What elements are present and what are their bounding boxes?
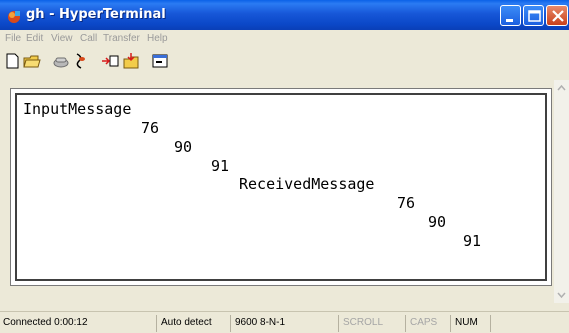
chevron-down-icon [557,292,566,299]
minimize-icon [506,19,513,22]
disconnect-button[interactable] [71,52,91,70]
receive-button[interactable] [121,52,141,70]
terminal-line-input-message: InputMessage [23,100,132,118]
terminal-line-input-91: 91 [211,157,230,175]
menu-view[interactable]: View [51,33,73,44]
hyperterminal-window: gh - HyperTerminal File Edit View Call T… [0,0,569,333]
open-button[interactable] [22,52,42,70]
status-bar: Connected 0:00:12 Auto detect 9600 8-N-1… [0,311,569,333]
open-icon [23,55,41,68]
menu-transfer[interactable]: Transfer [103,33,140,44]
menu-bar: File Edit View Call Transfer Help [0,30,569,49]
status-num: NUM [450,315,478,332]
menu-call[interactable]: Call [80,33,97,44]
terminal-area[interactable]: InputMessage 76 90 91 ReceivedMessage 76… [10,88,552,286]
properties-button[interactable] [150,52,170,70]
toolbar [0,49,569,75]
scroll-up-button[interactable] [554,80,569,96]
send-button[interactable] [101,52,121,70]
status-port-settings: 9600 8-N-1 [230,315,285,332]
connect-icon [53,57,69,68]
close-icon [552,10,564,22]
chevron-up-icon [557,84,566,91]
menu-help[interactable]: Help [147,33,168,44]
disconnect-icon [76,53,85,69]
vertical-scrollbar[interactable] [554,80,569,303]
connect-button[interactable] [51,52,71,70]
terminal-line-received-76: 76 [397,194,416,212]
terminal-line-input-76: 76 [141,119,160,137]
scroll-down-button[interactable] [554,287,569,303]
terminal-line-received-message: ReceivedMessage [239,175,375,193]
status-connected: Connected 0:00:12 [3,317,88,328]
properties-icon [152,54,168,68]
terminal-line-received-90: 90 [428,213,447,231]
terminal-line-input-90: 90 [174,138,193,156]
terminal-line-received-91: 91 [463,232,482,250]
status-empty [490,315,569,332]
status-caps: CAPS [405,315,437,332]
terminal-screen[interactable]: InputMessage 76 90 91 ReceivedMessage 76… [15,93,547,281]
close-button[interactable] [546,5,568,26]
maximize-button[interactable] [523,5,544,26]
maximize-icon [528,10,541,22]
minimize-button[interactable] [500,5,521,26]
new-icon [6,53,19,69]
menu-edit[interactable]: Edit [26,33,43,44]
status-detect: Auto detect [156,315,212,332]
window-title: gh - HyperTerminal [26,7,166,22]
title-bar[interactable]: gh - HyperTerminal [0,0,569,30]
receive-icon [123,53,139,69]
hyperterminal-icon[interactable] [6,8,22,24]
send-icon [102,55,119,67]
menu-file[interactable]: File [5,33,21,44]
new-connection-button[interactable] [3,52,23,70]
status-scroll: SCROLL [338,315,383,332]
